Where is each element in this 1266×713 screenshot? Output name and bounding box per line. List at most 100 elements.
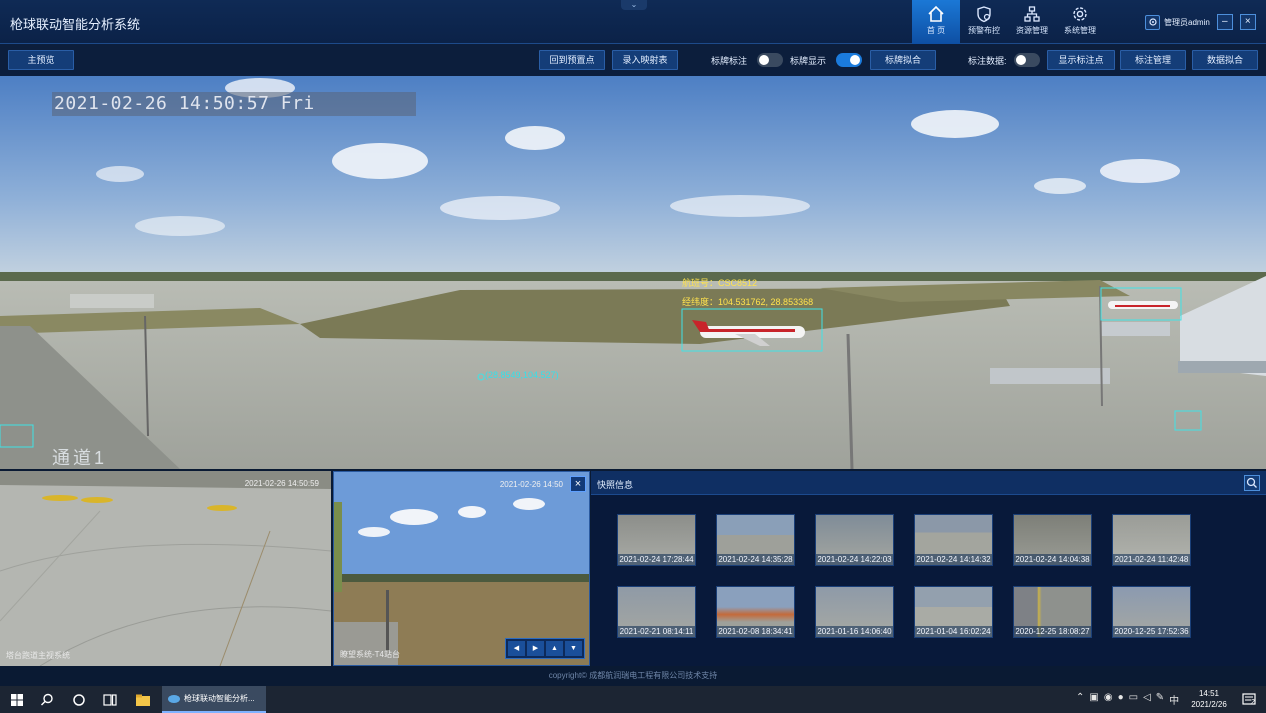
nav-resource-label: 资源管理 [1016,26,1048,35]
snapshot-header: 快照信息 [591,471,1266,495]
snapshot-time: 2021-01-16 14:06:40 [816,626,893,637]
snapshot-time: 2021-02-24 14:35:28 [717,554,794,565]
gear-icon [1073,7,1087,21]
sub-right-label: 瞭望系统-T4站台 [340,650,400,659]
main-nav: 首 页 预警布控 资源管理 系统管理 [912,0,1104,44]
taskbar-clock[interactable]: 14:51 2021/2/26 [1188,688,1230,710]
toggle-knob [850,55,860,65]
snapshot-search-button[interactable] [1244,475,1260,491]
task-view-icon[interactable] [101,691,119,709]
return-preset-button[interactable]: 回到预置点 [539,50,605,70]
sub-video-right[interactable]: 2021-02-26 14:50 × 瞭望系统-T4站台 ◀ ▶ ▲ ▼ [333,471,590,666]
snapshot-thumb[interactable]: 2021-02-24 14:35:28 [716,514,795,566]
ptz-left-button[interactable]: ◀ [508,641,525,656]
nav-alert-label: 预警布控 [968,26,1000,35]
osd-channel-name: 通道1 [52,448,108,468]
ime-indicator[interactable]: 中 [1169,692,1179,707]
show-points-button[interactable]: 显示标注点 [1047,50,1115,70]
ptz-controls: ◀ ▶ ▲ ▼ [505,638,585,659]
cortana-icon[interactable] [70,691,88,709]
snapshot-title: 快照信息 [597,480,634,490]
data-fit-button[interactable]: 数据拟合 [1192,50,1258,70]
label-display-label: 标牌显示 [790,56,827,66]
snapshot-thumb[interactable]: 2021-02-21 08:14:11 [617,586,696,638]
latlon-label: 经纬度：104.531762, 28.853368 [682,297,814,307]
sub-video-left[interactable]: 2021-02-26 14:50:59 塔台跑道主视系统 [0,471,331,666]
snapshot-time: 2020-12-25 18:08:27 [1014,626,1091,637]
network-icon[interactable]: ▭ [1129,692,1138,707]
close-button[interactable]: × [1239,14,1256,30]
snapshot-thumb[interactable]: 2021-02-08 18:34:41 [716,586,795,638]
taskbar-app-button[interactable]: 枪球联动智能分析... [162,686,266,713]
nav-resource-manage[interactable]: 资源管理 [1008,0,1056,44]
snapshot-thumb[interactable]: 2021-02-24 14:22:03 [815,514,894,566]
collapse-toolbar-toggle[interactable]: ⌄ [621,0,647,10]
annotation-data-toggle[interactable] [1014,53,1040,67]
ptz-camera-image [334,472,589,665]
toolbar: 主预览 回到预置点 录入映射表 标牌标注 标牌显示 标牌拟合 标注数据: 显示标… [0,44,1266,76]
app-window: 枪球联动智能分析系统 ⌄ 首 页 预警布控 资源管理 系统管理 管理员admin… [0,0,1266,713]
copyright-footer: copyright© 成都航润瑞电工程有限公司技术支持 [0,666,1266,686]
snapshot-thumb[interactable]: 2021-02-24 14:04:38 [1013,514,1092,566]
windows-start-icon[interactable] [8,691,26,709]
snapshot-time: 2021-01-04 16:02:24 [915,626,992,637]
tray-app-icon[interactable]: ◉ [1104,692,1113,707]
label-fit-button[interactable]: 标牌拟合 [870,50,936,70]
annotation-data-label: 标注数据: [968,56,1007,66]
notification-count: 2 [1251,699,1255,706]
resource-tree-icon [1024,6,1040,22]
system-tray: ⌃ ▣ ◉ ● ▭ ◁ ✎ 中 [1076,692,1179,707]
minimize-button[interactable]: – [1216,14,1233,30]
tray-app-icon[interactable]: ● [1118,692,1124,707]
tray-app-icon[interactable]: ▣ [1089,692,1098,707]
settings-icon [1148,18,1157,26]
snapshot-time: 2021-02-24 14:14:32 [915,554,992,565]
os-taskbar: 枪球联动智能分析... ⌃ ▣ ◉ ● ▭ ◁ ✎ 中 14:51 2021/2… [0,686,1266,713]
nav-home[interactable]: 首 页 [912,0,960,44]
pen-icon[interactable]: ✎ [1156,692,1164,707]
sub-right-close-button[interactable]: × [570,476,586,492]
label-display-toggle[interactable] [836,53,862,67]
notification-icon[interactable] [1240,691,1258,709]
ptz-up-button[interactable]: ▲ [546,641,563,656]
ptz-down-button[interactable]: ▼ [565,641,582,656]
app-title: 枪球联动智能分析系统 [10,17,141,32]
nav-home-label: 首 页 [926,26,946,35]
toggle-knob [1016,55,1026,65]
annotation-manage-button[interactable]: 标注管理 [1120,50,1186,70]
file-explorer-icon[interactable] [134,691,152,709]
home-icon [928,5,944,22]
clock-time: 14:51 [1198,689,1220,698]
snapshot-thumb[interactable]: 2021-02-24 14:14:32 [914,514,993,566]
runway-closeup-image [0,471,331,666]
user-settings-button[interactable] [1145,14,1160,30]
snapshot-thumb[interactable]: 2021-02-24 17:28:44 [617,514,696,566]
ptz-right-button[interactable]: ▶ [527,641,544,656]
search-icon[interactable] [38,691,56,709]
snapshot-thumb[interactable]: 2021-01-04 16:02:24 [914,586,993,638]
app-icon [168,695,180,703]
volume-icon[interactable]: ◁ [1143,692,1151,707]
alert-shield-icon [977,6,991,23]
label-annotation-toggle[interactable] [757,53,783,67]
snapshot-thumb[interactable]: 2021-01-16 14:06:40 [815,586,894,638]
snapshot-thumb[interactable]: 2021-02-24 11:42:48 [1112,514,1191,566]
osd-timestamp: 2021-02-26 14:50:57 Fri [52,92,416,116]
sub-right-timestamp: 2021-02-26 14:50 [499,480,563,489]
enter-mapping-button[interactable]: 录入映射表 [612,50,678,70]
nav-system-label: 系统管理 [1064,26,1096,35]
title-bar: 枪球联动智能分析系统 ⌄ 首 页 预警布控 资源管理 系统管理 管理员admin… [0,0,1266,44]
snapshot-thumb[interactable]: 2020-12-25 17:52:36 [1112,586,1191,638]
snapshot-time: 2021-02-08 18:34:41 [717,626,794,637]
main-preview-button[interactable]: 主预览 [8,50,74,70]
tray-expand-icon[interactable]: ⌃ [1076,692,1084,707]
main-video-feed[interactable]: 2021-02-26 14:50:57 Fri 通道1 航班号：CSC8512 … [0,76,1266,469]
label-annotation-label: 标牌标注 [711,56,748,66]
user-name[interactable]: 管理员admin [1164,17,1210,28]
nav-alert-control[interactable]: 预警布控 [960,0,1008,44]
user-area: 管理员admin – × [1145,13,1256,31]
nav-system-manage[interactable]: 系统管理 [1056,0,1104,44]
snapshot-thumb[interactable]: 2020-12-25 18:08:27 [1013,586,1092,638]
airport-panorama-image [0,76,1266,469]
snapshot-time: 2021-02-24 14:22:03 [816,554,893,565]
